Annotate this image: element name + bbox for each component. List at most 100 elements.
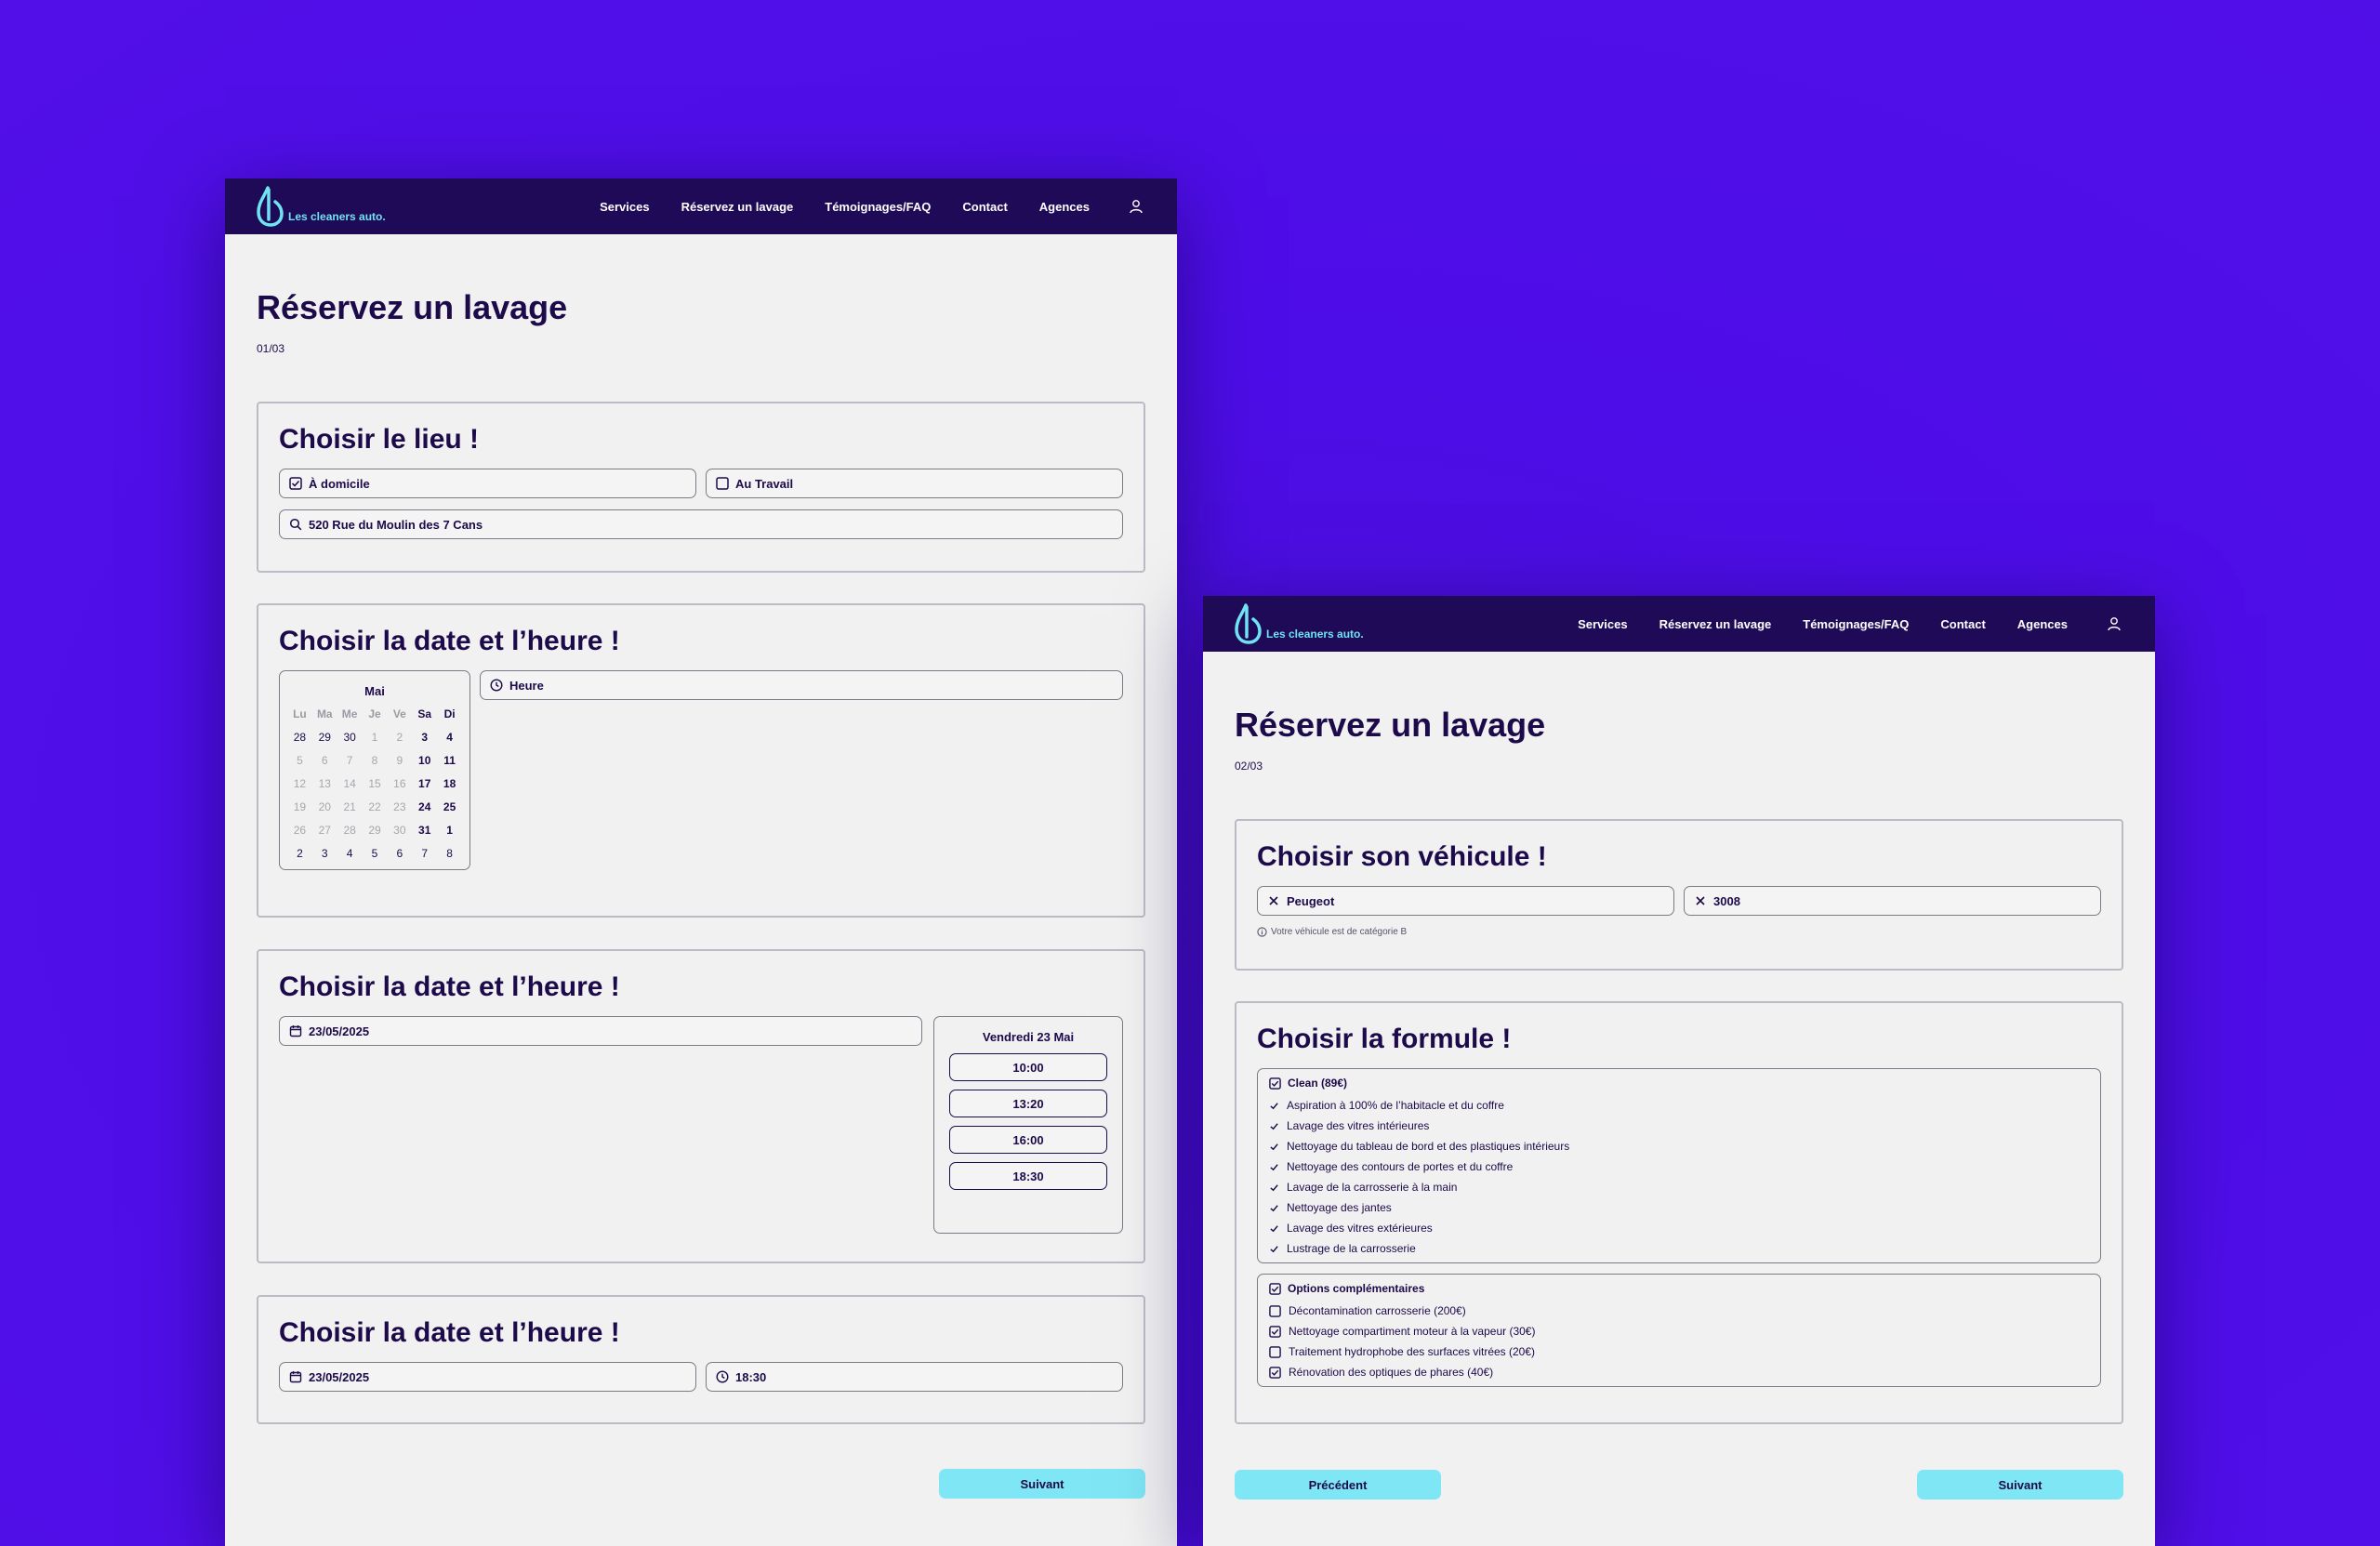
calendar-day[interactable]: 6 (387, 847, 412, 860)
brand-name: Les cleaners auto. (288, 210, 386, 223)
calendar-day[interactable]: 30 (387, 824, 412, 837)
time-input[interactable]: 18:30 (706, 1362, 1123, 1392)
empty-checkbox-icon (1269, 1345, 1281, 1358)
calendar[interactable]: Mai Lu Ma Me Je Ve Sa Di 28 29 30 1 2 3 4 5 6 7 8 9… (279, 670, 470, 870)
time-slot-button[interactable]: 18:30 (949, 1162, 1107, 1190)
calendar-day[interactable]: 28 (287, 731, 312, 744)
calendar-month: Mai (364, 684, 385, 698)
user-icon[interactable] (1129, 199, 1144, 214)
calendar-day[interactable]: 23 (387, 800, 412, 813)
calendar-day[interactable]: 11 (437, 754, 462, 767)
calendar-day[interactable]: 1 (437, 824, 462, 837)
calendar-day[interactable]: 2 (287, 847, 312, 860)
calendar-day[interactable]: 4 (337, 847, 363, 860)
nav-link-booking[interactable]: Réservez un lavage (1659, 617, 1772, 631)
nav-link-services[interactable]: Services (600, 200, 650, 214)
calendar-day[interactable]: 13 (312, 777, 337, 790)
plan-clean-checkbox[interactable]: Clean (89€) (1269, 1077, 2091, 1090)
next-button[interactable]: Suivant (1917, 1470, 2123, 1500)
nav-link-booking[interactable]: Réservez un lavage (681, 200, 794, 214)
option-checkbox-item[interactable]: Nettoyage compartiment moteur à la vapeu… (1269, 1321, 2091, 1341)
calendar-day[interactable]: 8 (437, 847, 462, 860)
calendar-day[interactable]: 7 (412, 847, 437, 860)
calendar-day[interactable]: 8 (363, 754, 388, 767)
calendar-day[interactable]: 20 (312, 800, 337, 813)
calendar-day[interactable]: 30 (337, 731, 363, 744)
calendar-day[interactable]: 15 (363, 777, 388, 790)
calendar-day[interactable]: 4 (437, 731, 462, 744)
address-value: 520 Rue du Moulin des 7 Cans (309, 517, 483, 532)
calendar-day[interactable]: 12 (287, 777, 312, 790)
empty-checkbox-icon (1269, 1304, 1281, 1317)
date-value: 23/05/2025 (309, 1024, 370, 1038)
vehicle-model-field[interactable]: 3008 (1684, 886, 2101, 916)
option-checkbox-item[interactable]: Rénovation des optiques de phares (40€) (1269, 1362, 2091, 1382)
hour-placeholder: Heure (509, 678, 544, 693)
hour-select[interactable]: Heure (480, 670, 1123, 700)
date-input[interactable]: 23/05/2025 (279, 1016, 922, 1046)
time-slot-button[interactable]: 13:20 (949, 1090, 1107, 1117)
option-checkbox-item[interactable]: Traitement hydrophobe des surfaces vitré… (1269, 1341, 2091, 1362)
calendar-day[interactable]: 24 (412, 800, 437, 813)
calendar-day[interactable]: 29 (363, 824, 388, 837)
option-label: Nettoyage compartiment moteur à la vapeu… (1289, 1325, 1536, 1338)
user-icon[interactable] (2107, 616, 2122, 631)
calendar-day[interactable]: 9 (387, 754, 412, 767)
check-icon (1270, 1183, 1278, 1191)
option-home-checkbox[interactable]: À domicile (279, 469, 696, 498)
options-header-checkbox[interactable]: Options complémentaires (1269, 1282, 2091, 1295)
calendar-day[interactable]: 6 (312, 754, 337, 767)
calendar-day[interactable]: 16 (387, 777, 412, 790)
nav-link-contact[interactable]: Contact (962, 200, 1007, 214)
calendar-day[interactable]: 26 (287, 824, 312, 837)
plan-feature-label: Lustrage de la carrosserie (1287, 1242, 1416, 1255)
calendar-day[interactable]: 5 (287, 754, 312, 767)
calendar-day[interactable]: 31 (412, 824, 437, 837)
brand-logo[interactable]: Les cleaners auto. (1233, 603, 1364, 644)
nav-link-contact[interactable]: Contact (1940, 617, 1985, 631)
weekday-label: Lu (293, 707, 307, 720)
check-icon (1270, 1122, 1278, 1130)
calendar-day[interactable]: 21 (337, 800, 363, 813)
calendar-day[interactable]: 7 (337, 754, 363, 767)
close-icon[interactable] (1267, 894, 1280, 907)
calendar-day[interactable]: 3 (312, 847, 337, 860)
brand-logo[interactable]: Les cleaners auto. (255, 186, 386, 227)
calendar-day[interactable]: 2 (387, 731, 412, 744)
page-title: Réservez un lavage (257, 288, 568, 326)
nav-link-testimonials[interactable]: Témoignages/FAQ (825, 200, 931, 214)
nav-link-agencies[interactable]: Agences (2017, 617, 2068, 631)
date-input[interactable]: 23/05/2025 (279, 1362, 696, 1392)
nav-link-testimonials[interactable]: Témoignages/FAQ (1803, 617, 1909, 631)
option-checkbox-item[interactable]: Décontamination carrosserie (200€) (1269, 1301, 2091, 1321)
calendar-day[interactable]: 27 (312, 824, 337, 837)
previous-button[interactable]: Précédent (1235, 1470, 1441, 1500)
calendar-day[interactable]: 3 (412, 731, 437, 744)
nav-link-agencies[interactable]: Agences (1039, 200, 1090, 214)
calendar-day[interactable]: 18 (437, 777, 462, 790)
calendar-day[interactable]: 25 (437, 800, 462, 813)
calendar-day[interactable]: 10 (412, 754, 437, 767)
next-button[interactable]: Suivant (939, 1469, 1145, 1499)
nav-link-services[interactable]: Services (1578, 617, 1628, 631)
time-slot-button[interactable]: 10:00 (949, 1053, 1107, 1081)
navbar: Les cleaners auto. Services Réservez un … (225, 178, 1177, 234)
calendar-day[interactable]: 28 (337, 824, 363, 837)
plan-feature-item: Nettoyage du tableau de bord et des plas… (1269, 1136, 2091, 1156)
calendar-day[interactable]: 29 (312, 731, 337, 744)
calendar-day[interactable]: 14 (337, 777, 363, 790)
calendar-day[interactable]: 17 (412, 777, 437, 790)
calendar-day[interactable]: 22 (363, 800, 388, 813)
calendar-day[interactable]: 1 (363, 731, 388, 744)
plan-clean-box[interactable]: Clean (89€) Aspiration à 100% de l’habit… (1257, 1068, 2101, 1263)
calendar-day[interactable]: 19 (287, 800, 312, 813)
vehicle-category-text: Votre véhicule est de catégorie B (1271, 927, 1408, 937)
close-icon[interactable] (1694, 894, 1707, 907)
option-work-checkbox[interactable]: Au Travail (706, 469, 1123, 498)
vehicle-brand-field[interactable]: Peugeot (1257, 886, 1674, 916)
plan-features-list: Aspiration à 100% de l’habitacle et du c… (1269, 1095, 2091, 1259)
navbar: Les cleaners auto. Services Réservez un … (1203, 596, 2155, 652)
address-search-input[interactable]: 520 Rue du Moulin des 7 Cans (279, 509, 1123, 539)
calendar-day[interactable]: 5 (363, 847, 388, 860)
time-slot-button[interactable]: 16:00 (949, 1126, 1107, 1154)
